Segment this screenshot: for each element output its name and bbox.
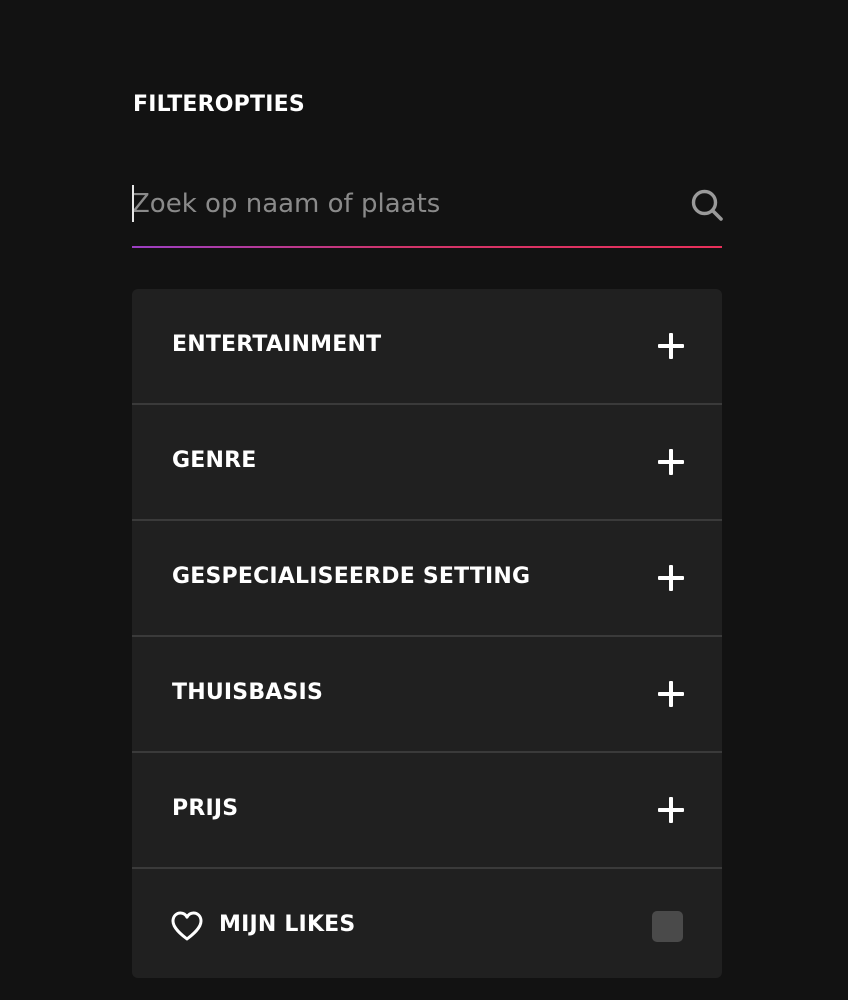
filter-row-label: THUISBASIS (172, 680, 323, 705)
search-input[interactable] (132, 184, 672, 224)
plus-icon[interactable] (658, 681, 684, 707)
filter-row-label: GESPECIALISEERDE SETTING (172, 564, 531, 589)
filter-heading: FILTEROPTIES (133, 92, 305, 117)
filter-panel: ENTERTAINMENT GENRE GESPECIALISEERDE SET… (132, 289, 722, 978)
plus-icon[interactable] (658, 449, 684, 475)
search-underline (132, 246, 722, 248)
text-caret (132, 185, 134, 222)
filter-row-thuisbasis[interactable]: THUISBASIS (132, 637, 722, 753)
filter-row-entertainment[interactable]: ENTERTAINMENT (132, 289, 722, 405)
likes-label: MIJN LIKES (219, 912, 356, 937)
filter-row-prijs[interactable]: PRIJS (132, 753, 722, 869)
filter-row-gespecialiseerde-setting[interactable]: GESPECIALISEERDE SETTING (132, 521, 722, 637)
filter-row-genre[interactable]: GENRE (132, 405, 722, 521)
likes-checkbox[interactable] (652, 911, 683, 942)
plus-icon[interactable] (658, 565, 684, 591)
plus-icon[interactable] (658, 333, 684, 359)
filter-row-mijn-likes[interactable]: MIJN LIKES (132, 869, 722, 978)
plus-icon[interactable] (658, 797, 684, 823)
filter-row-label: ENTERTAINMENT (172, 332, 382, 357)
filter-row-label: GENRE (172, 448, 257, 473)
filter-row-label: PRIJS (172, 796, 239, 821)
search-bar (132, 170, 724, 248)
heart-icon (171, 911, 203, 941)
search-icon[interactable] (690, 188, 724, 222)
filter-page: FILTEROPTIES ENTERTAINMENT GENRE GESPECI… (0, 0, 848, 1000)
